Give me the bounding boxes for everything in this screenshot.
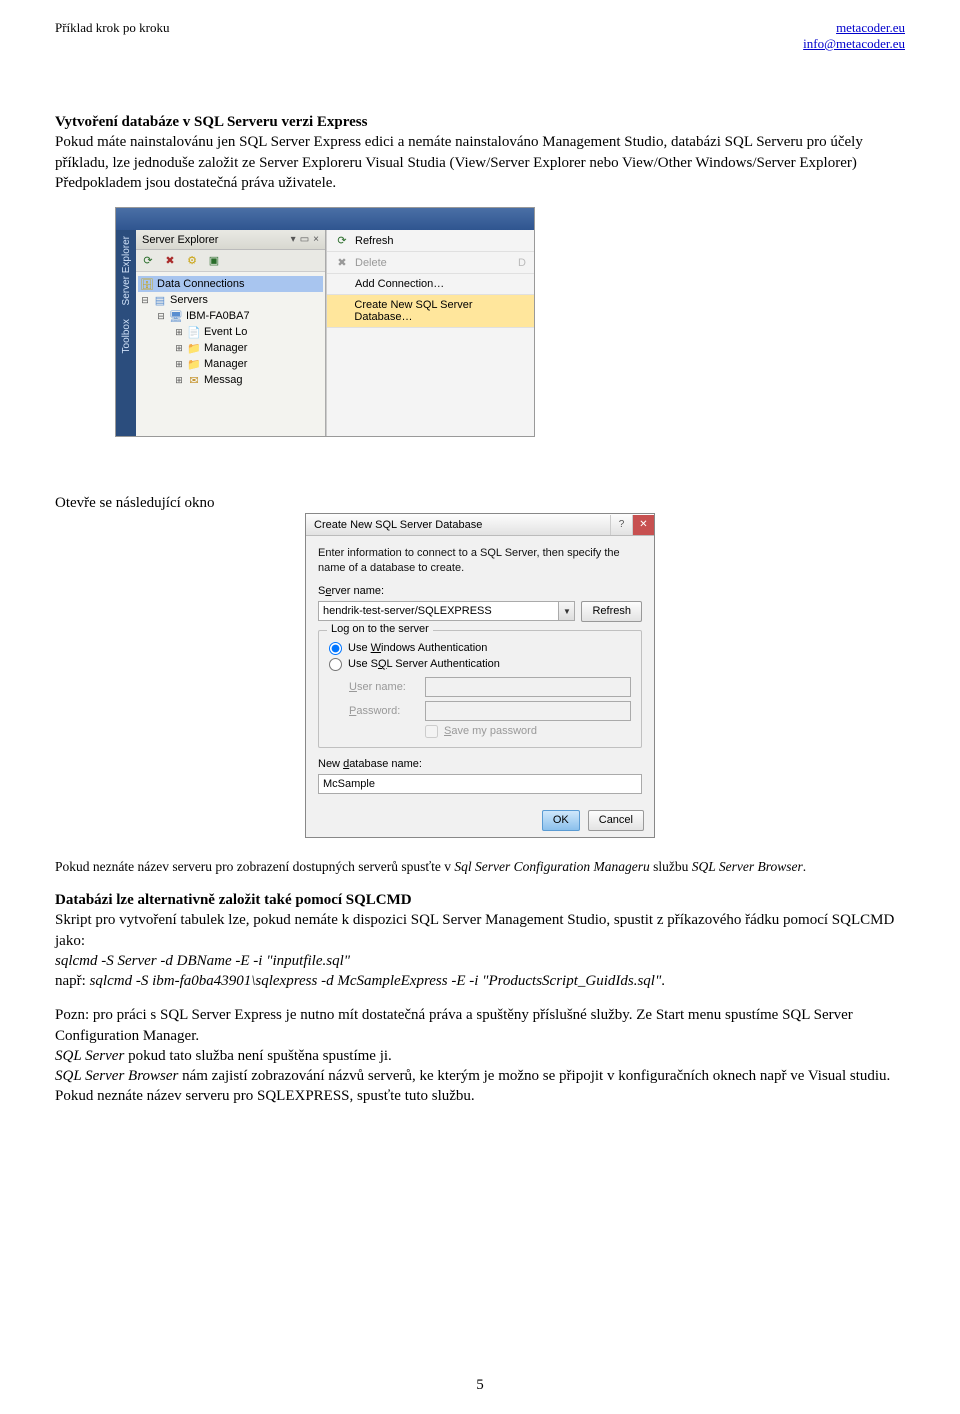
side-tab-server-explorer[interactable]: Server Explorer [121, 236, 132, 305]
new-db-input[interactable] [318, 774, 642, 794]
expand-icon[interactable]: ⊞ [174, 375, 184, 386]
page-header: Příklad krok po kroku metacoder.eu info@… [55, 20, 905, 52]
header-link-site[interactable]: metacoder.eu [836, 20, 905, 35]
screenshot-server-explorer: Server Explorer Toolbox Server Explorer … [115, 207, 535, 437]
tree-node-ibm[interactable]: ⊟ 🖥 IBM-FA0BA7 [138, 308, 323, 324]
ctx-create-db[interactable]: Create New SQL Server Database… [327, 295, 534, 328]
refresh-icon[interactable]: ⟳ [140, 253, 156, 269]
server-explorer-panel: Server Explorer ▾ ▭ × ⟳ ✖ ⚙ ▣ 🗄 Data Con… [136, 230, 326, 436]
panel-title: Server Explorer [142, 234, 218, 246]
radio-sql-auth-input[interactable] [329, 658, 342, 671]
vs-titlebar [116, 208, 534, 230]
server-name-label: Server name: [318, 585, 642, 597]
dialog-instruction: Enter information to connect to a SQL Se… [318, 546, 642, 575]
log-icon: 📄 [187, 325, 201, 339]
cmd-example: např: sqlcmd -S ibm-fa0ba43901\sqlexpres… [55, 971, 905, 991]
expand-icon[interactable]: ⊞ [174, 327, 184, 338]
alt-section: Databázi lze alternativně založit také p… [55, 890, 905, 1107]
refresh-button[interactable]: Refresh [581, 601, 642, 622]
shortcut-hint: D [518, 257, 526, 269]
sql-auth-subgroup: User name: Password: Save my password [349, 677, 631, 738]
intro-paragraph: Pokud máte nainstalovánu jen SQL Server … [55, 132, 905, 193]
note-line: Pokud neznáte název serveru pro zobrazen… [55, 858, 905, 876]
help-button[interactable]: ? [610, 515, 632, 535]
logon-group: Log on to the server Use Windows Authent… [318, 630, 642, 748]
folder-icon: 📁 [187, 341, 201, 355]
cmd-template: sqlcmd -S Server -d DBName -E -i "inputf… [55, 951, 905, 971]
save-password-check: Save my password [425, 725, 631, 738]
tree-node-data-connections[interactable]: 🗄 Data Connections [138, 276, 323, 292]
server-name-input[interactable] [318, 601, 575, 621]
computer-icon: 🖥 [169, 309, 183, 323]
expand-icon[interactable]: ⊞ [174, 359, 184, 370]
dialog-titlebar: Create New SQL Server Database ? ✕ [306, 514, 654, 536]
tree-node-eventlog[interactable]: ⊞ 📄 Event Lo [138, 324, 323, 340]
new-db-label: New database name: [318, 758, 642, 770]
header-right: metacoder.eu info@metacoder.eu [803, 20, 905, 52]
username-label: User name: [349, 681, 419, 693]
dropdown-icon[interactable]: ▼ [558, 602, 574, 620]
open-window-text: Otevře se následující okno [55, 493, 905, 513]
folder-icon: 📁 [187, 357, 201, 371]
screenshot-create-db-dialog: Create New SQL Server Database ? ✕ Enter… [305, 513, 655, 838]
ctx-blank [327, 328, 534, 436]
radio-windows-auth[interactable]: Use Windows Authentication [329, 642, 631, 655]
collapse-icon[interactable]: ⊟ [140, 295, 150, 306]
pozn-paragraph: Pozn: pro práci s SQL Server Express je … [55, 1005, 905, 1046]
context-menu: ⟳ Refresh ✖ Delete D Add Connection… Cre… [326, 230, 534, 436]
password-input [425, 701, 631, 721]
close-icon[interactable]: × [313, 234, 319, 245]
mid-text: Otevře se následující okno [55, 493, 905, 513]
tree-node-messages[interactable]: ⊞ ✉ Messag [138, 372, 323, 388]
collapse-icon[interactable]: ⊟ [156, 311, 166, 322]
sqlbrowser-line: SQL Server Browser nám zajistí zobrazová… [55, 1066, 905, 1107]
servers-icon: ▤ [153, 293, 167, 307]
radio-windows-auth-input[interactable] [329, 642, 342, 655]
alt-heading: Databázi lze alternativně založit také p… [55, 892, 412, 908]
tree-view: 🗄 Data Connections ⊟ ▤ Servers ⊟ 🖥 IBM-F… [136, 272, 325, 392]
ctx-delete: ✖ Delete D [327, 252, 534, 274]
radio-sql-auth[interactable]: Use SQL Server Authentication [329, 658, 631, 671]
ctx-refresh[interactable]: ⟳ Refresh [327, 230, 534, 252]
alt-paragraph: Skript pro vytvoření tabulek lze, pokud … [55, 910, 905, 951]
stop-icon[interactable]: ✖ [162, 253, 178, 269]
panel-toolbar: ⟳ ✖ ⚙ ▣ [136, 250, 325, 272]
expand-icon[interactable]: ⊞ [174, 343, 184, 354]
delete-icon: ✖ [335, 256, 349, 269]
connect-icon[interactable]: ⚙ [184, 253, 200, 269]
tree-node-management1[interactable]: ⊞ 📁 Manager [138, 340, 323, 356]
dropdown-icon[interactable]: ▾ [291, 234, 296, 245]
pin-icon[interactable]: ▭ [300, 234, 309, 245]
header-left: Příklad krok po kroku [55, 20, 169, 52]
vs-side-tabs: Server Explorer Toolbox [116, 230, 136, 436]
password-label: Password: [349, 705, 419, 717]
sqlserver-line: SQL Server pokud tato služba není spuště… [55, 1046, 905, 1066]
ctx-add-connection[interactable]: Add Connection… [327, 274, 534, 295]
msg-icon: ✉ [187, 373, 201, 387]
close-button[interactable]: ✕ [632, 515, 654, 535]
side-tab-toolbox[interactable]: Toolbox [121, 319, 132, 353]
page-number: 5 [0, 1377, 960, 1394]
dialog-title: Create New SQL Server Database [314, 519, 482, 531]
username-input [425, 677, 631, 697]
section-heading: Vytvoření databáze v SQL Serveru verzi E… [55, 114, 367, 130]
db-icon: 🗄 [140, 277, 154, 291]
cancel-button[interactable]: Cancel [588, 810, 644, 831]
save-password-checkbox [425, 725, 438, 738]
header-link-email[interactable]: info@metacoder.eu [803, 36, 905, 51]
add-server-icon[interactable]: ▣ [206, 253, 222, 269]
tree-node-management2[interactable]: ⊞ 📁 Manager [138, 356, 323, 372]
refresh-icon: ⟳ [335, 234, 349, 247]
tree-node-servers[interactable]: ⊟ ▤ Servers [138, 292, 323, 308]
logon-legend: Log on to the server [327, 623, 433, 635]
ok-button[interactable]: OK [542, 810, 580, 831]
body-text: Vytvoření databáze v SQL Serveru verzi E… [55, 112, 905, 193]
